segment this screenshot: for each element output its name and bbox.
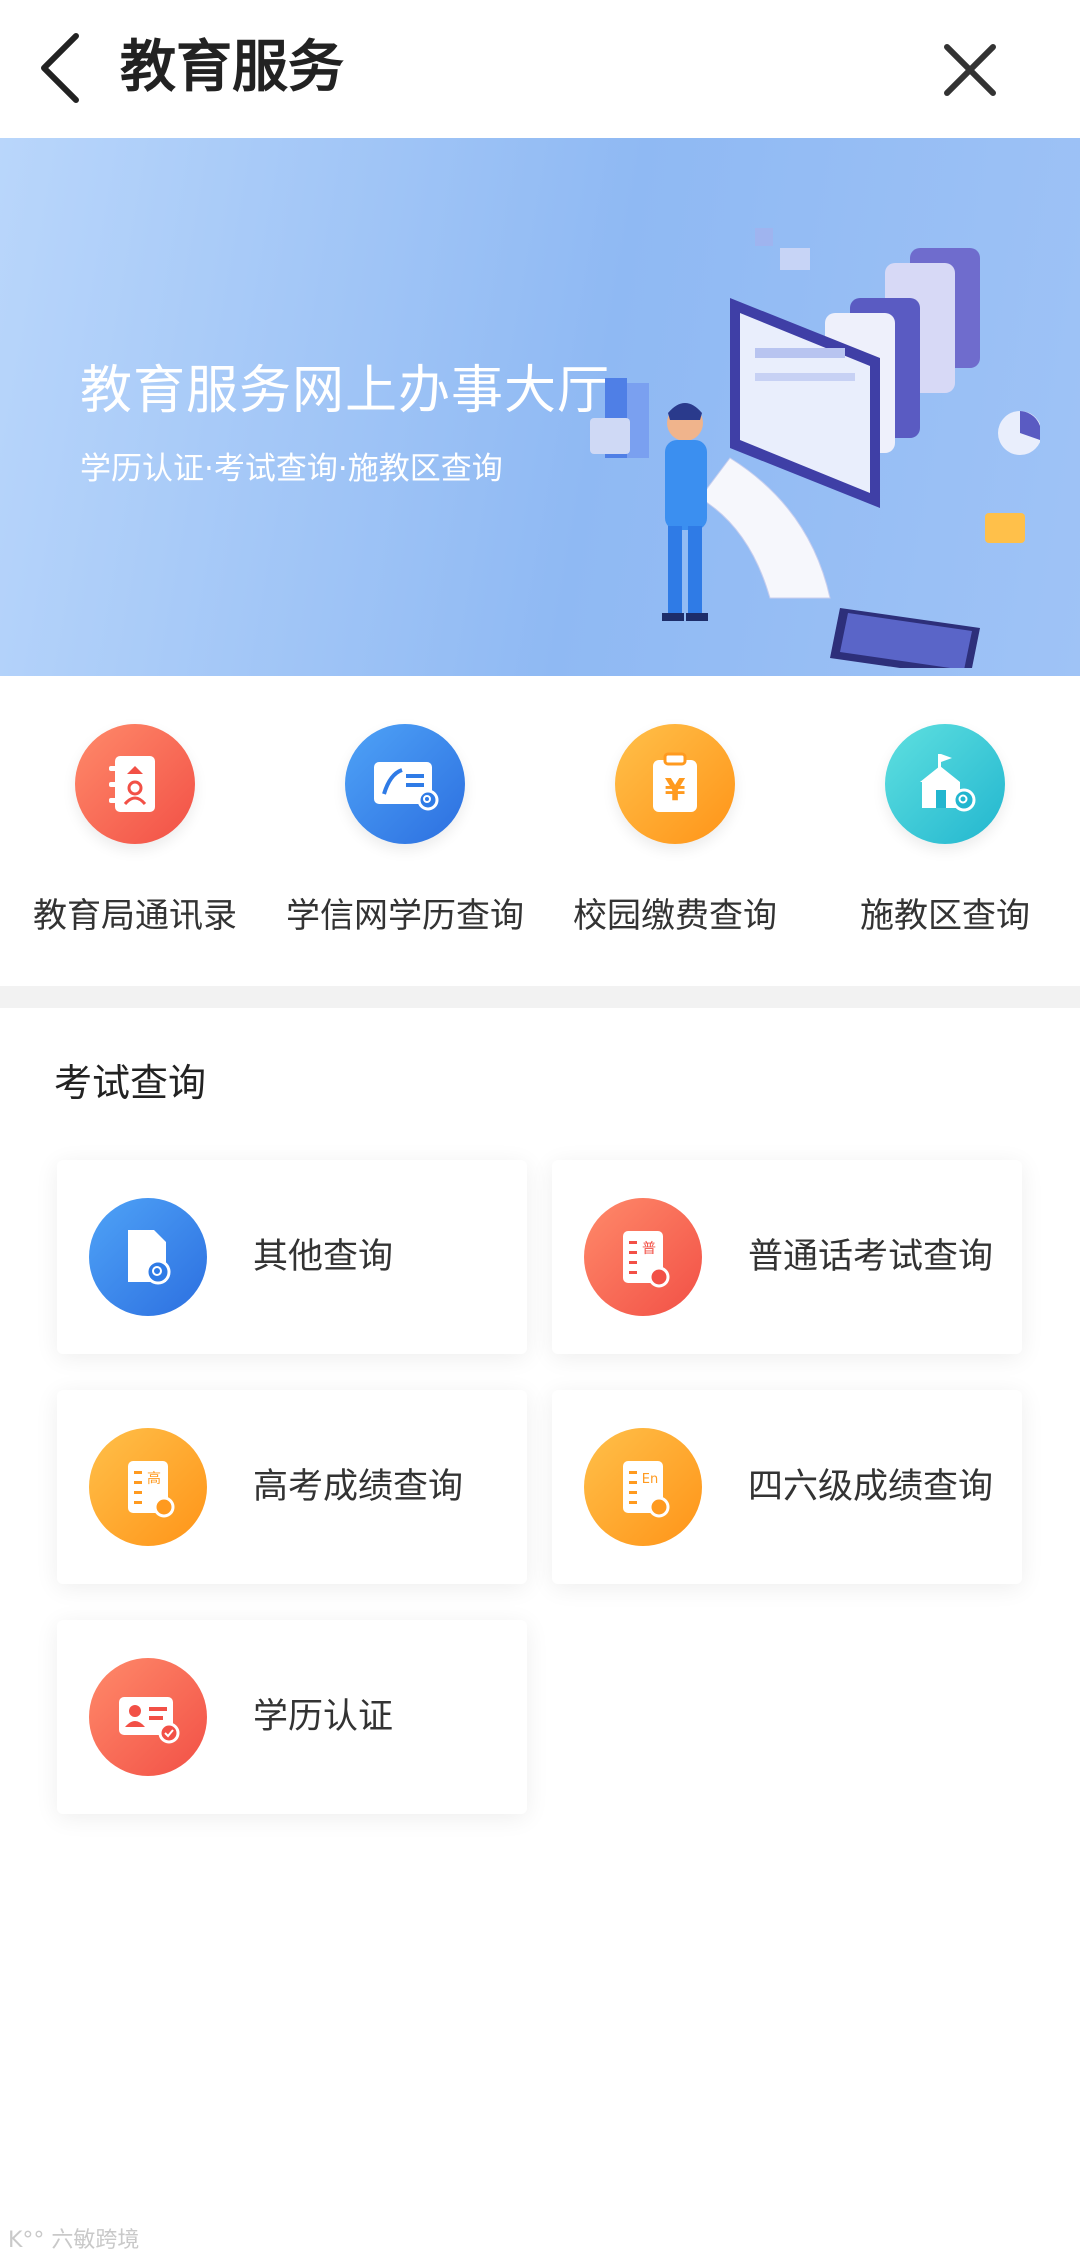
svg-text:高: 高 [147, 1470, 161, 1487]
card-putonghua[interactable]: 普 普通话考试查询 [552, 1160, 1022, 1354]
id-card-search-icon [345, 724, 465, 844]
quick-services: 教育局通讯录 学信网学历查询 ¥ 校园缴费查询 施教区查询 [0, 676, 1080, 986]
card-label: 其他查询 [253, 1237, 394, 1277]
watermark-logo: K°° 六敏跨境 [8, 2228, 140, 2253]
office-illustration-icon [590, 228, 1040, 668]
quick-item-directory[interactable]: 教育局通讯录 [0, 724, 270, 954]
quick-item-chsi[interactable]: 学信网学历查询 [270, 724, 540, 954]
section-title: 考试查询 [54, 1061, 207, 1105]
banner-title: 教育服务网上办事大厅 [80, 361, 611, 421]
svg-text:¥: ¥ [665, 773, 686, 808]
card-label: 学历认证 [253, 1697, 394, 1737]
svg-text:普: 普 [642, 1241, 656, 1257]
card-cet[interactable]: En 四六级成绩查询 [552, 1390, 1022, 1584]
card-degree-certification[interactable]: 学历认证 [57, 1620, 527, 1814]
contacts-book-icon [75, 724, 195, 844]
svg-text:En: En [642, 1472, 658, 1487]
certificate-icon [89, 1658, 207, 1776]
hero-banner[interactable]: 教育服务网上办事大厅 学历认证·考试查询·施教区查询 [0, 138, 1080, 676]
top-bar: 教育服务 [0, 0, 1080, 138]
quick-item-label: 学信网学历查询 [286, 896, 524, 936]
section-divider [0, 986, 1080, 1008]
school-search-icon [885, 724, 1005, 844]
close-button[interactable] [930, 30, 1010, 110]
quick-item-district[interactable]: 施教区查询 [810, 724, 1080, 954]
gaokao-document-icon: 高 [89, 1428, 207, 1546]
card-other-query[interactable]: 其他查询 [57, 1160, 527, 1354]
putonghua-document-icon: 普 [584, 1198, 702, 1316]
card-label: 高考成绩查询 [253, 1467, 464, 1507]
yuan-clipboard-icon: ¥ [615, 724, 735, 844]
close-icon [944, 44, 996, 96]
quick-item-payment[interactable]: ¥ 校园缴费查询 [540, 724, 810, 954]
chevron-left-icon [41, 33, 79, 103]
card-gaokao[interactable]: 高 高考成绩查询 [57, 1390, 527, 1584]
quick-item-label: 校园缴费查询 [573, 896, 777, 936]
card-label: 普通话考试查询 [748, 1237, 994, 1277]
document-search-icon [89, 1198, 207, 1316]
card-label: 四六级成绩查询 [748, 1467, 994, 1507]
quick-item-label: 施教区查询 [860, 896, 1030, 936]
back-button[interactable] [28, 28, 92, 108]
quick-item-label: 教育局通讯录 [33, 896, 237, 936]
page-title: 教育服务 [120, 35, 344, 100]
english-document-icon: En [584, 1428, 702, 1546]
banner-subtitle: 学历认证·考试查询·施教区查询 [80, 451, 503, 487]
